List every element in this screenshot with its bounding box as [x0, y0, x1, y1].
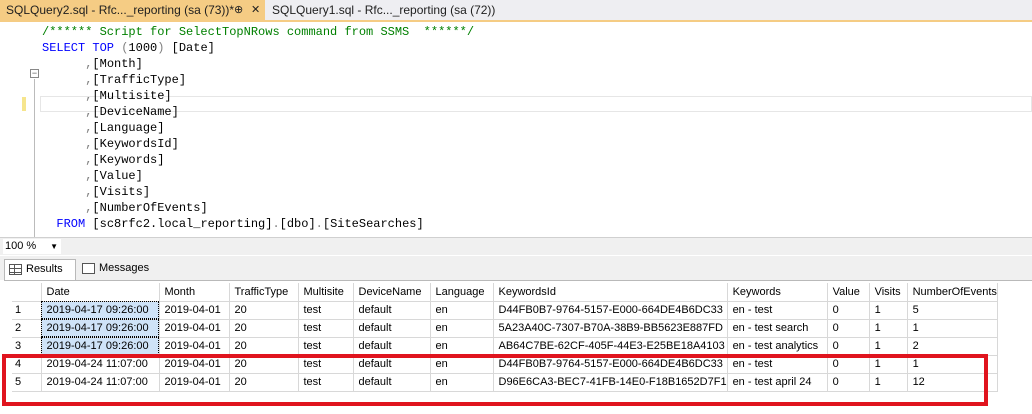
table-cell[interactable]: 2019-04-01 — [159, 337, 230, 356]
column-header[interactable]: Multisite — [298, 283, 354, 302]
column-header[interactable]: KeywordsId — [493, 283, 728, 302]
tab-results[interactable]: Results — [4, 259, 76, 280]
query-editor[interactable]: − /****** Script for SelectTopNRows comm… — [0, 24, 1032, 249]
table-cell[interactable]: 2019-04-17 09:26:00 — [41, 319, 160, 338]
document-tab-strip: SQLQuery2.sql - Rfc..._reporting (sa (73… — [0, 0, 1032, 22]
column-header[interactable]: Month — [159, 283, 230, 302]
code-line-month: ,[Month] — [42, 57, 143, 71]
code-line-from: FROM [sc8rfc2.local_reporting].[dbo].[Si… — [42, 217, 424, 231]
row-number-cell[interactable]: 2 — [12, 319, 42, 338]
column-header[interactable]: Visits — [869, 283, 908, 302]
tab-results-label: Results — [26, 263, 63, 275]
collapse-icon[interactable]: − — [30, 69, 39, 78]
code-line-visits: ,[Visits] — [42, 185, 151, 199]
table-cell[interactable]: 1 — [869, 337, 908, 356]
table-cell[interactable]: en — [430, 319, 494, 338]
tab-messages-label: Messages — [99, 262, 150, 274]
table-cell[interactable]: 20 — [229, 301, 299, 320]
code-line-keywords: ,[Keywords] — [42, 153, 165, 167]
table-row[interactable]: 2 2019-04-17 09:26:00 2019-04-01 20 test defa… — [12, 319, 998, 338]
code-line-numberofevents: ,[NumberOfEvents] — [42, 201, 208, 215]
code-line-devicename: ,[DeviceName] — [42, 105, 179, 119]
pin-icon[interactable]: ⊕ — [234, 0, 243, 20]
table-cell[interactable]: 0 — [827, 301, 870, 320]
code-line-multisite: ,[Multisite] — [42, 89, 172, 103]
red-highlight-box — [2, 354, 988, 406]
code-line-language: ,[Language] — [42, 121, 165, 135]
tab-sqlquery1-label: SQLQuery1.sql - Rfc..._reporting (sa (72… — [272, 3, 496, 17]
table-cell[interactable]: 5 — [907, 301, 998, 320]
table-cell[interactable]: 0 — [827, 337, 870, 356]
table-cell[interactable]: en — [430, 337, 494, 356]
tab-messages[interactable]: Messages — [78, 259, 156, 280]
table-cell[interactable]: 20 — [229, 337, 299, 356]
changed-line-marker — [22, 97, 26, 111]
table-cell[interactable]: D44FB0B7-9764-5157-E000-664DE4B6DC33 — [493, 301, 728, 320]
table-cell[interactable]: 0 — [827, 319, 870, 338]
table-cell[interactable]: 1 — [907, 319, 998, 338]
table-cell[interactable]: en — [430, 301, 494, 320]
result-tabs: Results Messages — [0, 256, 1032, 280]
zoom-value: 100 % — [5, 240, 37, 252]
outline-guide — [34, 79, 35, 249]
table-cell[interactable]: test — [298, 337, 354, 356]
table-cell[interactable]: 2019-04-01 — [159, 301, 230, 320]
column-header[interactable]: Date — [41, 283, 160, 302]
table-cell[interactable]: 1 — [869, 319, 908, 338]
table-header-row: Date Month TrafficType Multisite DeviceN… — [12, 283, 998, 302]
table-cell[interactable]: test — [298, 319, 354, 338]
table-cell[interactable]: default — [353, 319, 431, 338]
table-cell[interactable]: en - test search — [727, 319, 828, 338]
code-line-traffictype: ,[TrafficType] — [42, 73, 187, 87]
table-cell[interactable]: AB64C7BE-62CF-405F-44E3-E25BE18A4103 — [493, 337, 728, 356]
current-line-highlight — [40, 96, 1032, 112]
zoom-dropdown[interactable]: 100 % ▼ — [3, 239, 61, 254]
code-line-select: SELECT TOP (1000) [Date] — [42, 41, 215, 55]
close-icon[interactable]: ✕ — [251, 0, 260, 20]
code-line-value: ,[Value] — [42, 169, 143, 183]
tab-sqlquery2[interactable]: SQLQuery2.sql - Rfc..._reporting (sa (73… — [0, 0, 265, 20]
table-cell[interactable]: default — [353, 337, 431, 356]
row-number-cell[interactable]: 3 — [12, 337, 42, 356]
table-row[interactable]: 1 2019-04-17 09:26:00 2019-04-01 20 test defa… — [12, 301, 998, 320]
column-header[interactable]: Keywords — [727, 283, 828, 302]
tab-sqlquery2-label: SQLQuery2.sql - Rfc..._reporting (sa (73… — [6, 3, 235, 17]
table-cell[interactable]: 2019-04-01 — [159, 319, 230, 338]
tab-sqlquery1[interactable]: SQLQuery1.sql - Rfc..._reporting (sa (72… — [266, 0, 546, 20]
editor-zoom-bar: 100 % ▼ — [0, 237, 1032, 255]
code-line-keywordsid: ,[KeywordsId] — [42, 137, 179, 151]
column-header[interactable]: DeviceName — [353, 283, 431, 302]
row-number-header[interactable] — [12, 283, 42, 302]
table-row[interactable]: 3 2019-04-17 09:26:00 2019-04-01 20 test defa… — [12, 337, 998, 356]
table-cell[interactable]: 2019-04-17 09:26:00 — [41, 337, 160, 356]
chevron-down-icon[interactable]: ▼ — [50, 239, 58, 254]
column-header[interactable]: TrafficType — [229, 283, 299, 302]
grid-icon — [9, 263, 22, 275]
column-header[interactable]: Value — [827, 283, 870, 302]
messages-icon — [82, 262, 95, 274]
column-header[interactable]: Language — [430, 283, 494, 302]
table-cell[interactable]: 2019-04-17 09:26:00 — [41, 301, 160, 320]
table-cell[interactable]: 2 — [907, 337, 998, 356]
table-cell[interactable]: en - test — [727, 301, 828, 320]
table-cell[interactable]: default — [353, 301, 431, 320]
code-line-comment: /****** Script for SelectTopNRows comman… — [42, 25, 475, 39]
table-cell[interactable]: 5A23A40C-7307-B70A-38B9-BB5623E887FD — [493, 319, 728, 338]
table-cell[interactable]: en - test analytics — [727, 337, 828, 356]
table-cell[interactable]: 20 — [229, 319, 299, 338]
table-cell[interactable]: test — [298, 301, 354, 320]
table-cell[interactable]: 1 — [869, 301, 908, 320]
row-number-cell[interactable]: 1 — [12, 301, 42, 320]
column-header[interactable]: NumberOfEvents — [907, 283, 998, 302]
